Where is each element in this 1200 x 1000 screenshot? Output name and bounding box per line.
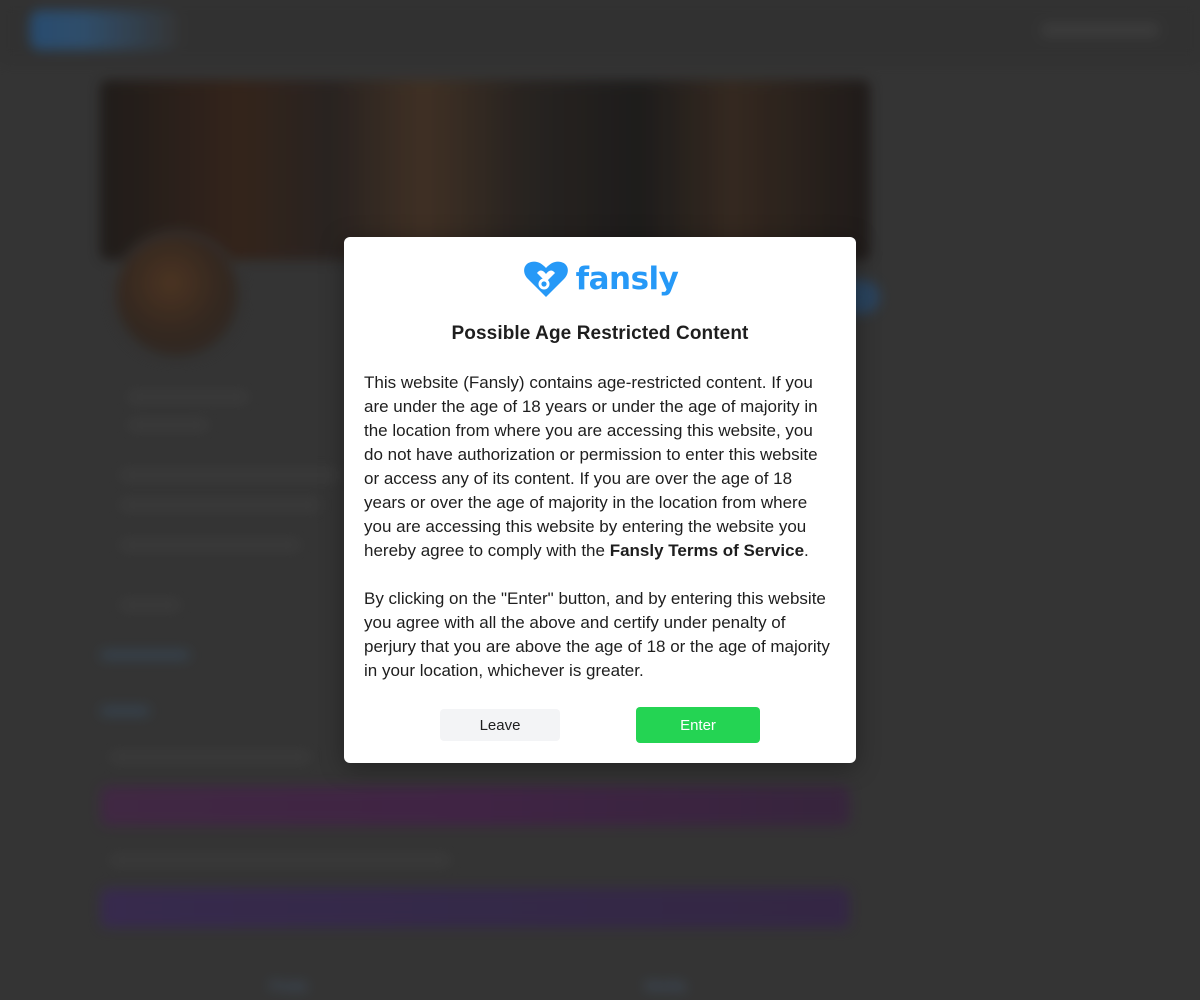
age-restriction-dialog: fansly Possible Age Restricted Content T… (344, 237, 856, 763)
fansly-logo: fansly (364, 257, 836, 301)
age-warning-paragraph: This website (Fansly) contains age-restr… (364, 371, 836, 563)
logo-wordmark: fansly (575, 261, 679, 297)
leave-button[interactable]: Leave (440, 709, 560, 741)
enter-button[interactable]: Enter (636, 707, 760, 743)
fansly-heart-icon (523, 261, 568, 297)
dialog-actions: Leave Enter (344, 707, 856, 743)
age-warning-text: This website (Fansly) contains age-restr… (364, 373, 818, 560)
dialog-title: Possible Age Restricted Content (451, 323, 749, 344)
consent-paragraph: By clicking on the "Enter" button, and b… (364, 589, 830, 680)
age-warning-period: . (804, 541, 809, 560)
terms-of-service-link[interactable]: Fansly Terms of Service (610, 541, 804, 560)
dialog-body: This website (Fansly) contains age-restr… (364, 371, 836, 683)
